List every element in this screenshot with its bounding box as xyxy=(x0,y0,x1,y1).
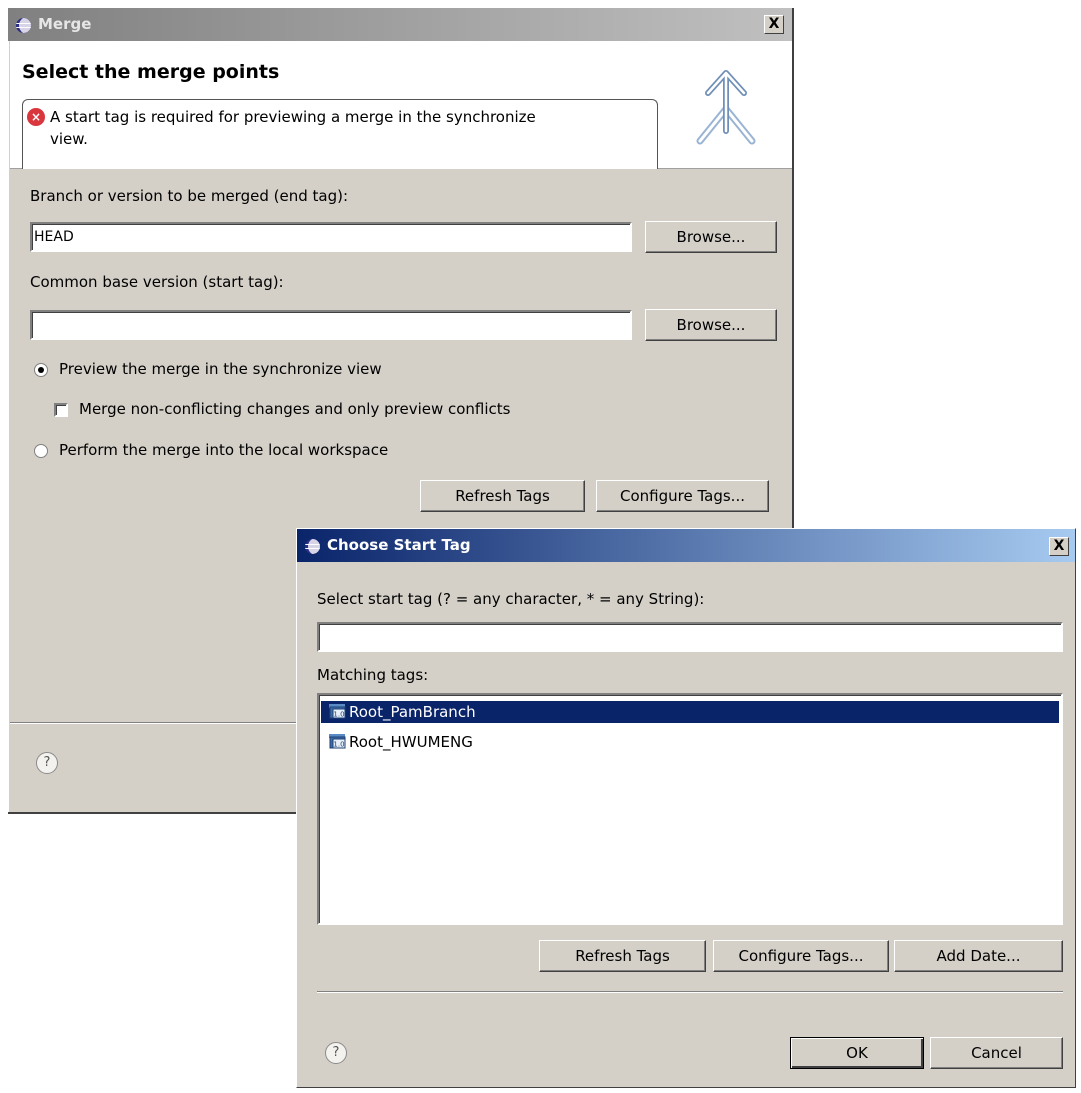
help-icon[interactable]: ? xyxy=(325,1042,347,1064)
perform-merge-radio[interactable] xyxy=(34,444,48,458)
tag-label: Root_PamBranch xyxy=(349,703,476,721)
browse-end-tag-button[interactable]: Browse... xyxy=(645,221,777,253)
merge-header-banner: Select the merge points × A start tag is… xyxy=(10,41,792,169)
configure-tags-button[interactable]: Configure Tags... xyxy=(713,940,889,972)
preview-merge-label: Preview the merge in the synchronize vie… xyxy=(59,360,382,378)
error-message-line1: A start tag is required for previewing a… xyxy=(50,108,536,126)
perform-merge-label: Perform the merge into the local workspa… xyxy=(59,441,389,459)
choose-title-bar[interactable]: Choose Start Tag X xyxy=(297,529,1075,562)
version-tag-icon: 1.0 xyxy=(329,734,346,749)
list-item[interactable]: 1.0 Root_HWUMENG xyxy=(321,731,1059,753)
matching-tags-label: Matching tags: xyxy=(317,666,429,684)
refresh-tags-button[interactable]: Refresh Tags xyxy=(539,940,706,972)
merge-dialog-title: Merge xyxy=(38,15,92,33)
eclipse-icon xyxy=(16,18,31,33)
end-tag-input[interactable]: HEAD xyxy=(30,222,632,252)
error-icon: × xyxy=(27,108,45,126)
svg-text:1.0: 1.0 xyxy=(333,711,344,719)
add-date-button[interactable]: Add Date... xyxy=(894,940,1063,972)
choose-dialog-title: Choose Start Tag xyxy=(327,536,471,554)
close-button[interactable]: X xyxy=(1049,537,1069,556)
page-title: Select the merge points xyxy=(22,61,280,83)
filter-label: Select start tag (? = any character, * =… xyxy=(317,590,705,608)
help-icon[interactable]: ? xyxy=(36,752,58,774)
nonconflicting-checkbox[interactable] xyxy=(54,403,68,417)
start-tag-input[interactable] xyxy=(30,310,632,340)
close-button[interactable]: X xyxy=(764,15,784,34)
browse-start-tag-button[interactable]: Browse... xyxy=(645,309,777,341)
tag-label: Root_HWUMENG xyxy=(349,733,473,751)
footer-separator xyxy=(317,991,1063,993)
end-tag-label: Branch or version to be merged (end tag)… xyxy=(30,187,349,205)
refresh-tags-button[interactable]: Refresh Tags xyxy=(420,480,585,512)
error-message-box: × A start tag is required for previewing… xyxy=(22,99,658,169)
tag-filter-input[interactable] xyxy=(317,622,1063,652)
merge-title-bar[interactable]: Merge X xyxy=(8,8,792,41)
svg-text:1.0: 1.0 xyxy=(333,741,344,749)
start-tag-label: Common base version (start tag): xyxy=(30,273,284,291)
configure-tags-button[interactable]: Configure Tags... xyxy=(596,480,769,512)
eclipse-icon xyxy=(305,539,320,554)
ok-button[interactable]: OK xyxy=(790,1037,924,1069)
list-item[interactable]: 1.0 Root_PamBranch xyxy=(321,701,1059,723)
version-tag-icon: 1.0 xyxy=(329,704,346,719)
error-message-line2: view. xyxy=(50,130,88,148)
merge-wizard-icon xyxy=(696,70,756,145)
matching-tags-list[interactable]: 1.0 Root_PamBranch 1.0 Root_HWUMENG xyxy=(317,693,1063,925)
nonconflicting-label: Merge non-conflicting changes and only p… xyxy=(79,400,511,418)
cancel-button[interactable]: Cancel xyxy=(930,1037,1063,1069)
preview-merge-radio[interactable] xyxy=(34,363,48,377)
choose-start-tag-dialog: Choose Start Tag X Select start tag (? =… xyxy=(296,528,1076,1088)
